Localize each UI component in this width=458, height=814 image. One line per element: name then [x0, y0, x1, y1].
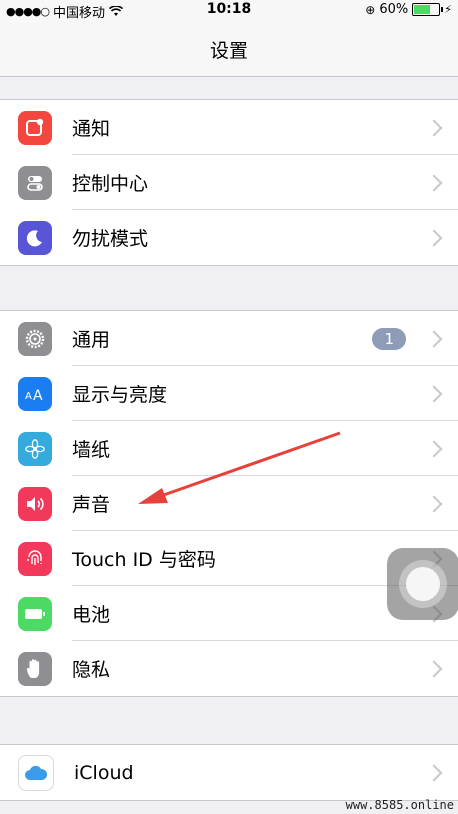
status-bar: ●●●●○ 中国移动 10:18 ⊕ 60% ⚡: [0, 0, 458, 21]
watermark: www.8585.online: [345, 798, 454, 812]
battery-indicator-icon: [412, 3, 444, 16]
settings-row-notifications[interactable]: 通知: [0, 100, 458, 155]
settings-row-sounds[interactable]: 声音: [0, 476, 458, 531]
assistive-touch-button[interactable]: [387, 548, 458, 620]
settings-row-general[interactable]: 通用 1: [0, 311, 458, 366]
chevron-right-icon: [425, 385, 443, 402]
settings-row-wallpaper[interactable]: 墙纸: [0, 421, 458, 476]
fingerprint-icon: [18, 541, 52, 576]
row-label: Touch ID 与密码: [72, 549, 216, 571]
page-title: 设置: [209, 40, 248, 62]
row-label: 控制中心: [72, 173, 149, 195]
icloud-icon: [18, 754, 54, 791]
row-label: 隐私: [72, 659, 111, 681]
settings-row-do-not-disturb[interactable]: 勿扰模式: [0, 210, 458, 265]
row-label: 电池: [72, 604, 111, 626]
settings-row-display-brightness[interactable]: AA 显示与亮度: [0, 366, 458, 421]
settings-group-1: 通知 控制中心 勿扰模式: [0, 99, 458, 266]
gear-icon: [18, 321, 52, 356]
notifications-icon: [18, 110, 52, 145]
speaker-icon: [18, 486, 52, 521]
chevron-right-icon: [425, 495, 443, 512]
chevron-right-icon: [425, 330, 443, 347]
hand-icon: [18, 651, 52, 686]
rotation-lock-icon: ⊕: [365, 2, 376, 17]
chevron-right-icon: [425, 660, 443, 677]
row-label: 墙纸: [72, 439, 111, 461]
charging-icon: ⚡: [444, 3, 452, 16]
settings-row-privacy[interactable]: 隐私: [0, 641, 458, 696]
settings-group-2: 通用 1 AA 显示与亮度 墙纸 声音 Touch ID 与密码 电池 隐私: [0, 310, 458, 697]
settings-group-3: iCloud: [0, 744, 458, 801]
control-center-icon: [18, 165, 52, 200]
settings-row-control-center[interactable]: 控制中心: [0, 155, 458, 210]
row-label: 显示与亮度: [72, 384, 168, 406]
update-badge: 1: [372, 327, 406, 350]
chevron-right-icon: [425, 764, 443, 781]
chevron-right-icon: [425, 119, 443, 136]
row-label: 通用: [72, 329, 111, 351]
chevron-right-icon: [425, 440, 443, 457]
settings-row-icloud[interactable]: iCloud: [0, 745, 458, 800]
svg-text:A: A: [25, 391, 32, 402]
battery-percent: 60%: [379, 2, 409, 17]
row-label: 声音: [72, 494, 111, 516]
navigation-bar: 设置: [0, 20, 458, 77]
row-label: 勿扰模式: [72, 228, 149, 250]
wallpaper-icon: [18, 431, 52, 466]
row-label: iCloud: [74, 761, 134, 784]
row-label: 通知: [72, 118, 111, 140]
battery-icon: [18, 596, 52, 631]
chevron-right-icon: [425, 229, 443, 246]
display-brightness-icon: AA: [18, 376, 52, 411]
moon-icon: [18, 220, 52, 255]
svg-text:A: A: [33, 388, 43, 402]
chevron-right-icon: [425, 174, 443, 191]
